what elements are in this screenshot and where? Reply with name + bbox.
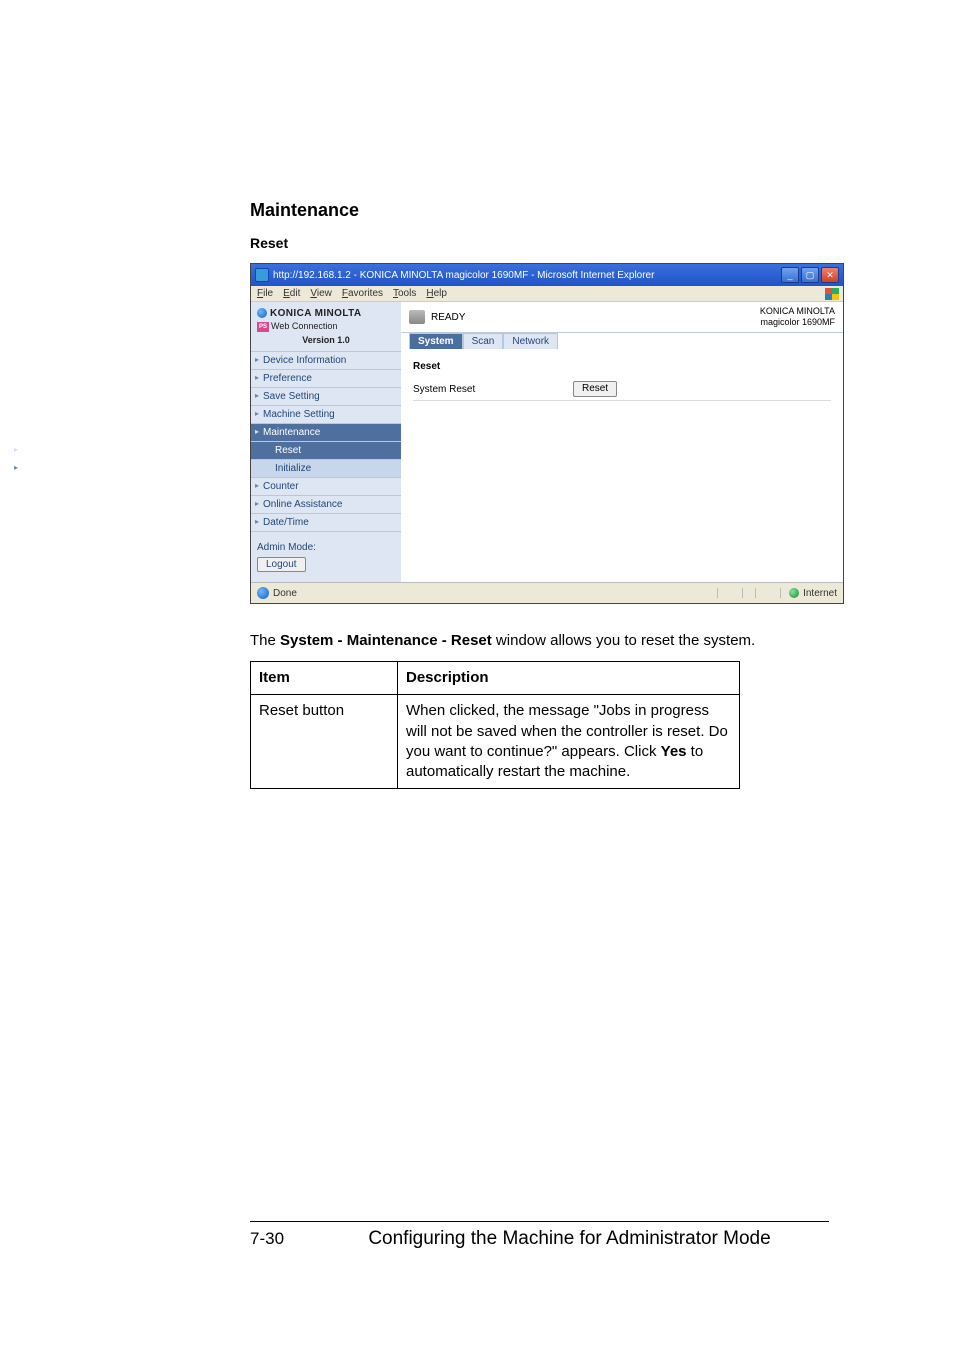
ie-icon (255, 268, 269, 282)
tab-scan[interactable]: Scan (463, 333, 504, 349)
admin-mode-label: Admin Mode: (257, 542, 395, 553)
maintenance-heading: Maintenance (250, 200, 829, 221)
close-button[interactable]: ✕ (821, 267, 839, 283)
version-label: Version 1.0 (257, 332, 395, 349)
description-table: Item Description Reset button When click… (250, 661, 740, 789)
tab-network[interactable]: Network (503, 333, 558, 349)
status-ready: READY (431, 312, 465, 323)
cell-item: Reset button (251, 695, 398, 789)
reset-button[interactable]: Reset (573, 381, 617, 397)
logout-button[interactable]: Logout (257, 557, 306, 572)
sidebar-item-save-setting[interactable]: Save Setting (251, 387, 401, 405)
pane-section-title: Reset (413, 361, 831, 372)
sidebar-item-machine-setting[interactable]: Machine Setting (251, 405, 401, 423)
windows-flag-icon (825, 288, 839, 300)
menu-tools[interactable]: Tools (393, 288, 416, 299)
brand-logo: KONICA MINOLTA (257, 308, 395, 319)
browser-statusbar: Done Internet (251, 582, 843, 603)
sidebar-item-initialize[interactable]: Initialize (251, 459, 401, 477)
statusbar-done: Done (273, 588, 297, 599)
sidebar-item-counter[interactable]: Counter (251, 477, 401, 495)
cell-description: When clicked, the message "Jobs in progr… (398, 695, 740, 789)
printer-icon (409, 310, 425, 324)
table-header-description: Description (398, 662, 740, 695)
menubar: File Edit View Favorites Tools Help (251, 286, 843, 302)
page-number: 7-30 (250, 1229, 310, 1249)
footer-title: Configuring the Machine for Administrato… (310, 1228, 829, 1250)
sidebar-item-device-information[interactable]: Device Information (251, 351, 401, 369)
globe-icon (257, 308, 267, 318)
tab-system[interactable]: System (409, 333, 463, 349)
device-model: magicolor 1690MF (760, 317, 835, 328)
caption: The System - Maintenance - Reset window … (250, 632, 829, 649)
sidebar-item-preference[interactable]: Preference (251, 369, 401, 387)
menu-view[interactable]: View (310, 288, 332, 299)
internet-icon (789, 588, 799, 598)
page-footer: 7-30 Configuring the Machine for Adminis… (250, 1221, 829, 1250)
reset-heading: Reset (250, 235, 829, 251)
table-row: Reset button When clicked, the message "… (251, 695, 740, 789)
minimize-button[interactable]: _ (781, 267, 799, 283)
sidebar: KONICA MINOLTA PSWeb Connection Version … (251, 302, 401, 582)
row-label-system-reset: System Reset (413, 384, 573, 395)
menu-file[interactable]: File (257, 288, 273, 299)
sidebar-item-online-assistance[interactable]: Online Assistance (251, 495, 401, 513)
sidebar-item-reset[interactable]: Reset (251, 441, 401, 459)
device-brand: KONICA MINOLTA (760, 306, 835, 317)
menu-edit[interactable]: Edit (283, 288, 300, 299)
embedded-screenshot: http://192.168.1.2 - KONICA MINOLTA magi… (250, 263, 844, 604)
table-header-item: Item (251, 662, 398, 695)
window-titlebar: http://192.168.1.2 - KONICA MINOLTA magi… (251, 264, 843, 286)
statusbar-internet: Internet (803, 588, 837, 599)
pagescope-icon: PS (257, 322, 269, 332)
done-icon (257, 587, 269, 599)
menu-favorites[interactable]: Favorites (342, 288, 383, 299)
sidebar-item-date-time[interactable]: Date/Time (251, 513, 401, 531)
menu-help[interactable]: Help (426, 288, 447, 299)
maximize-button[interactable]: ▢ (801, 267, 819, 283)
brand-sub: PSWeb Connection (257, 321, 395, 332)
sidebar-item-maintenance[interactable]: Maintenance (251, 423, 401, 441)
window-title: http://192.168.1.2 - KONICA MINOLTA magi… (273, 270, 781, 281)
